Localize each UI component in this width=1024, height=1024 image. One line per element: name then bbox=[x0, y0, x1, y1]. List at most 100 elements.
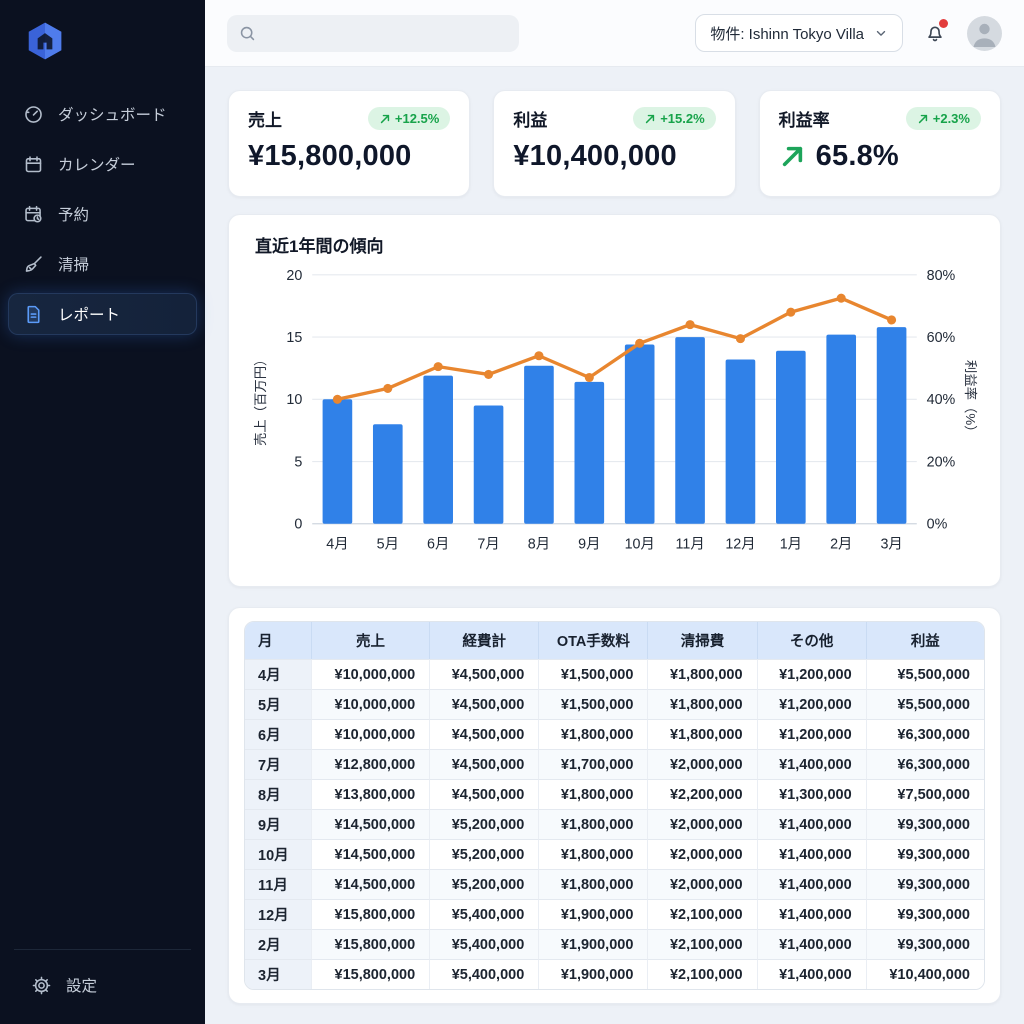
table-cell-month: 2月 bbox=[245, 929, 311, 959]
sidebar-item-settings[interactable]: 設定 bbox=[16, 964, 189, 1006]
table-cell-month: 8月 bbox=[245, 779, 311, 809]
property-select[interactable]: 物件: Ishinn Tokyo Villa bbox=[695, 14, 903, 52]
table-cell-month: 3月 bbox=[245, 959, 311, 989]
svg-text:8月: 8月 bbox=[528, 536, 550, 552]
person-icon bbox=[967, 16, 1002, 51]
chart-title: 直近1年間の傾向 bbox=[255, 232, 980, 257]
sidebar-item-reservations[interactable]: 予約 bbox=[8, 193, 197, 235]
search-icon bbox=[239, 25, 256, 42]
table-cell: ¥10,400,000 bbox=[866, 959, 984, 989]
sidebar-item-reports[interactable]: レポート bbox=[8, 293, 197, 335]
table-cell: ¥2,200,000 bbox=[647, 779, 756, 809]
monthly-finance-table-card: 月売上経費計OTA手数料清掃費その他利益 4月¥10,000,000¥4,500… bbox=[228, 607, 1001, 1004]
table-cell: ¥1,800,000 bbox=[647, 719, 756, 749]
logo-icon bbox=[24, 20, 66, 62]
reservation-icon bbox=[22, 203, 44, 225]
table-row: 9月¥14,500,000¥5,200,000¥1,800,000¥2,000,… bbox=[245, 809, 984, 839]
chevron-down-icon bbox=[874, 26, 888, 40]
kpi-change-value: +15.2% bbox=[660, 111, 704, 126]
sidebar-item-label: レポート bbox=[58, 303, 120, 325]
topbar: 物件: Ishinn Tokyo Villa bbox=[205, 0, 1024, 67]
table-cell: ¥1,900,000 bbox=[538, 959, 647, 989]
trend-up-icon bbox=[917, 113, 929, 125]
table-cell: ¥1,800,000 bbox=[538, 809, 647, 839]
notifications-button[interactable] bbox=[919, 17, 951, 49]
kpi-row: 売上+12.5%¥15,800,000利益+15.2%¥10,400,000利益… bbox=[228, 90, 1001, 197]
table-row: 12月¥15,800,000¥5,400,000¥1,900,000¥2,100… bbox=[245, 899, 984, 929]
table-cell: ¥15,800,000 bbox=[311, 959, 429, 989]
table-cell-month: 5月 bbox=[245, 689, 311, 719]
table-cell: ¥1,400,000 bbox=[757, 839, 866, 869]
svg-text:4月: 4月 bbox=[326, 536, 348, 552]
sidebar-item-dashboard[interactable]: ダッシュボード bbox=[8, 93, 197, 135]
svg-text:10月: 10月 bbox=[625, 536, 655, 552]
table-cell: ¥15,800,000 bbox=[311, 929, 429, 959]
table-row: 6月¥10,000,000¥4,500,000¥1,800,000¥1,800,… bbox=[245, 719, 984, 749]
svg-text:売上（百万円）: 売上（百万円） bbox=[253, 353, 268, 446]
table-cell: ¥9,300,000 bbox=[866, 869, 984, 899]
trend-chart: 051015200%20%40%60%80%売上（百万円）利益率（%）4月5月6… bbox=[249, 261, 980, 578]
sidebar-item-label: 清掃 bbox=[58, 253, 89, 275]
table-cell: ¥4,500,000 bbox=[429, 749, 538, 779]
cleaning-icon bbox=[22, 253, 44, 275]
table-cell: ¥1,300,000 bbox=[757, 779, 866, 809]
app-logo[interactable] bbox=[0, 14, 205, 93]
svg-text:7月: 7月 bbox=[477, 536, 499, 552]
table-header-cell: 清掃費 bbox=[647, 622, 756, 659]
table-cell: ¥5,200,000 bbox=[429, 839, 538, 869]
sidebar-item-calendar[interactable]: カレンダー bbox=[8, 143, 197, 185]
user-avatar[interactable] bbox=[967, 16, 1002, 51]
svg-text:40%: 40% bbox=[927, 392, 956, 408]
table-cell-month: 11月 bbox=[245, 869, 311, 899]
topbar-right: 物件: Ishinn Tokyo Villa bbox=[695, 14, 1002, 52]
kpi-change-badge: +2.3% bbox=[906, 107, 981, 130]
table-row: 7月¥12,800,000¥4,500,000¥1,700,000¥2,000,… bbox=[245, 749, 984, 779]
table-header-cell: OTA手数料 bbox=[538, 622, 647, 659]
table-cell: ¥1,400,000 bbox=[757, 869, 866, 899]
table-cell: ¥5,200,000 bbox=[429, 869, 538, 899]
kpi-card-0: 売上+12.5%¥15,800,000 bbox=[228, 90, 470, 197]
table-cell: ¥1,400,000 bbox=[757, 899, 866, 929]
trend-up-icon bbox=[644, 113, 656, 125]
table-cell: ¥2,100,000 bbox=[647, 959, 756, 989]
sidebar-nav: ダッシュボードカレンダー予約清掃レポート bbox=[0, 93, 205, 335]
svg-text:1月: 1月 bbox=[780, 536, 802, 552]
table-header-cell: 利益 bbox=[866, 622, 984, 659]
sidebar-item-cleaning[interactable]: 清掃 bbox=[8, 243, 197, 285]
table-cell: ¥13,800,000 bbox=[311, 779, 429, 809]
table-cell: ¥2,000,000 bbox=[647, 839, 756, 869]
svg-text:9月: 9月 bbox=[578, 536, 600, 552]
table-cell: ¥14,500,000 bbox=[311, 839, 429, 869]
table-cell: ¥1,500,000 bbox=[538, 689, 647, 719]
table-cell: ¥2,100,000 bbox=[647, 899, 756, 929]
svg-text:60%: 60% bbox=[927, 330, 956, 346]
trend-up-big-icon bbox=[779, 143, 806, 170]
table-cell-month: 4月 bbox=[245, 659, 311, 689]
kpi-label: 利益率 bbox=[779, 106, 830, 131]
svg-text:5: 5 bbox=[294, 454, 302, 470]
table-cell: ¥1,400,000 bbox=[757, 749, 866, 779]
svg-text:6月: 6月 bbox=[427, 536, 449, 552]
sidebar-spacer bbox=[0, 335, 205, 949]
table-cell: ¥4,500,000 bbox=[429, 689, 538, 719]
table-cell: ¥1,800,000 bbox=[538, 719, 647, 749]
search-box[interactable] bbox=[227, 15, 519, 52]
table-cell: ¥7,500,000 bbox=[866, 779, 984, 809]
table-body: 4月¥10,000,000¥4,500,000¥1,500,000¥1,800,… bbox=[245, 659, 984, 989]
calendar-icon bbox=[22, 153, 44, 175]
table-cell: ¥10,000,000 bbox=[311, 719, 429, 749]
table-cell: ¥2,000,000 bbox=[647, 809, 756, 839]
table-cell: ¥1,800,000 bbox=[538, 869, 647, 899]
table-cell: ¥10,000,000 bbox=[311, 689, 429, 719]
gear-icon bbox=[30, 974, 52, 996]
table-cell-month: 7月 bbox=[245, 749, 311, 779]
search-input[interactable] bbox=[264, 25, 507, 41]
table-header-cell: 月 bbox=[245, 622, 311, 659]
kpi-value: ¥15,800,000 bbox=[248, 140, 411, 173]
table-cell: ¥5,400,000 bbox=[429, 959, 538, 989]
kpi-change-badge: +15.2% bbox=[633, 107, 715, 130]
svg-text:11月: 11月 bbox=[675, 536, 704, 552]
table-cell: ¥1,400,000 bbox=[757, 959, 866, 989]
report-icon bbox=[22, 303, 44, 325]
table-cell: ¥6,300,000 bbox=[866, 719, 984, 749]
